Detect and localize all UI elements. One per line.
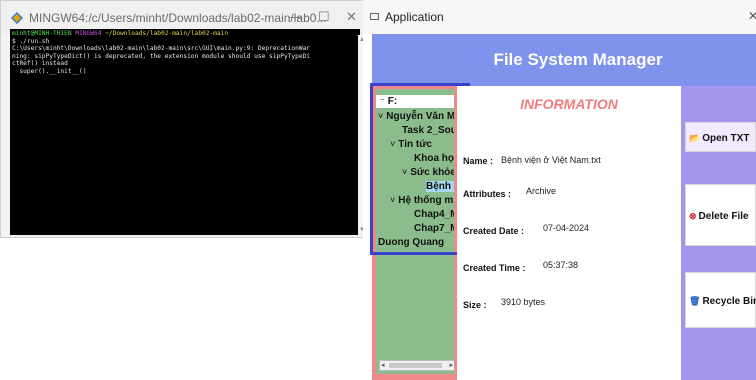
page-title: File System Manager [493, 50, 663, 69]
action-panel: 📂 Open TXT ⊗ Delete File 🗑 Recycle Bin [681, 86, 756, 380]
terminal-line: ctRef() instead [12, 60, 68, 68]
information-panel: INFORMATION Name : Bệnh viện ở Việt Nam.… [457, 86, 681, 380]
tree-focus-outline [370, 83, 470, 255]
scroll-right-icon[interactable]: ▸ [449, 361, 453, 369]
app-header: File System Manager [372, 34, 756, 86]
terminal-line: super().__init__() [12, 67, 87, 75]
scrollbar-thumb[interactable] [389, 363, 442, 368]
app-titlebar[interactable]: Application ✕ [363, 0, 756, 34]
terminal-title: MINGW64:/c/Users/minht/Downloads/lab02-m… [29, 11, 327, 25]
size-value: 3910 bytes [501, 297, 546, 307]
minimize-icon[interactable]: — [289, 9, 302, 24]
name-label: Name : [463, 156, 494, 166]
terminal-prompt: minht@MINH-THIEN MINGW64 ~/Downloads/lab… [12, 30, 229, 37]
information-title: INFORMATION [520, 96, 618, 112]
delete-file-button[interactable]: ⊗ Delete File [685, 184, 756, 246]
close-icon[interactable]: ✕ [748, 9, 756, 23]
window-icon [370, 13, 379, 20]
tree-horizontal-scrollbar[interactable]: ◂ ▸ [379, 360, 454, 371]
app-window-title: Application [385, 10, 444, 24]
created-date-label: Created Date : [463, 226, 525, 236]
application-window[interactable]: Application ✕ File System Manager ⁻ F: ˅ N… [363, 0, 756, 380]
name-value: Bệnh viện ở Việt Nam.txt [501, 155, 601, 165]
created-time-label: Created Time : [463, 263, 526, 273]
folder-icon: 📂 [689, 133, 701, 143]
size-label: Size : [463, 300, 487, 310]
close-icon[interactable]: ✕ [346, 9, 357, 25]
terminal-line: ning: sipPyTypeDict() is deprecated, the… [12, 52, 311, 60]
open-txt-button[interactable]: 📂 Open TXT [685, 122, 756, 152]
recycle-bin-icon: 🗑 [689, 296, 701, 306]
scroll-left-icon[interactable]: ◂ [381, 361, 385, 369]
delete-icon: ⊗ [689, 211, 697, 221]
created-time-value: 05:37:38 [543, 260, 579, 270]
recycle-bin-button[interactable]: 🗑 Recycle Bin [685, 272, 756, 328]
attributes-value: Archive [526, 186, 557, 196]
terminal-window[interactable]: MINGW64:/c/Users/minht/Downloads/lab02-m… [0, 0, 368, 238]
created-date-value: 07-04-2024 [543, 223, 590, 233]
terminal-line: $ ./run.sh [12, 37, 50, 45]
mingw-logo-icon [11, 12, 23, 24]
terminal-line: C:\Users\minht\Downloads\lab02-main\lab0… [12, 45, 311, 53]
attributes-label: Attributes : [463, 189, 511, 199]
terminal-output[interactable]: minht@MINH-THIEN MINGW64 ~/Downloads/lab… [10, 29, 360, 235]
maximize-icon[interactable]: ☐ [318, 9, 330, 25]
